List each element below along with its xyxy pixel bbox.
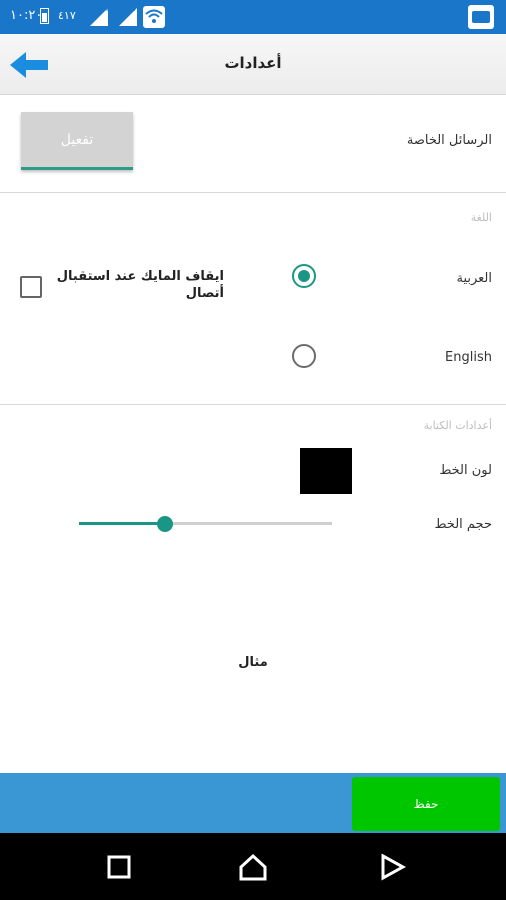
- font-size-slider-fill: [79, 522, 165, 525]
- private-messages-label: الرسائل الخاصة: [406, 133, 492, 148]
- font-size-slider-thumb[interactable]: [157, 516, 173, 532]
- font-color-swatch[interactable]: [300, 448, 352, 494]
- home-icon[interactable]: [239, 853, 267, 881]
- radio-arabic[interactable]: [292, 264, 316, 288]
- font-color-label: لون الخط: [439, 463, 492, 478]
- divider: [0, 404, 506, 405]
- writing-settings-hint: أعدادات الكتابة: [423, 419, 492, 432]
- wifi-icon: [143, 6, 165, 28]
- bottom-action-bar: حفظ: [0, 773, 506, 833]
- app-notification-icon: [468, 5, 494, 29]
- activate-button[interactable]: تفعيل: [21, 112, 133, 170]
- battery-level: ٤١٧: [58, 9, 76, 22]
- app-header: أعدادات: [0, 34, 506, 95]
- signal-icon: [119, 8, 137, 26]
- battery-icon: [40, 8, 49, 24]
- divider: [0, 192, 506, 193]
- language-section-hint: اللغة: [470, 211, 492, 224]
- language-option-arabic-label: العربية: [456, 271, 492, 286]
- mic-stop-checkbox[interactable]: [20, 276, 42, 298]
- radio-english[interactable]: [292, 344, 316, 368]
- save-button[interactable]: حفظ: [352, 777, 500, 831]
- language-option-english-label: English: [445, 350, 492, 365]
- square-icon[interactable]: [105, 853, 133, 881]
- navigation-bar: [0, 833, 506, 900]
- sample-text: مثال: [238, 655, 268, 670]
- mic-stop-label: ايقاف المايك عند استقبال أتصال: [56, 269, 224, 301]
- triangle-back-icon[interactable]: [378, 853, 406, 881]
- network-type-label: H+: [97, 4, 111, 13]
- status-bar: ١٠:٢٠ ٤١٧ H+ R: [0, 0, 506, 34]
- clock: ١٠:٢٠: [10, 8, 43, 23]
- roaming-label: R: [129, 4, 136, 13]
- page-title: أعدادات: [224, 54, 282, 72]
- font-size-label: حجم الخط: [434, 517, 492, 532]
